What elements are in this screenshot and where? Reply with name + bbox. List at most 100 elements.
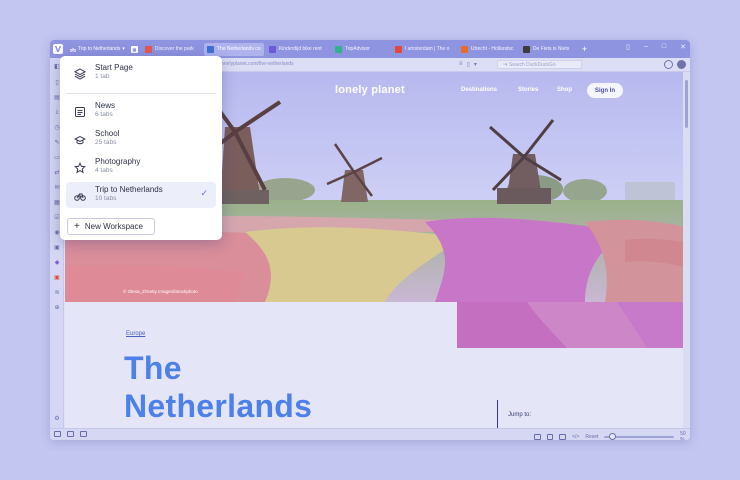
checkmark-icon: ✓	[200, 189, 208, 199]
workspace-popup: Start Page 1 tab News 6 tabs School 25 tabs Ph…	[60, 56, 222, 240]
search-engine-icon: ◔▾	[502, 62, 509, 68]
bicycle-icon	[70, 47, 76, 52]
tulip-field-photo-lower	[457, 302, 683, 348]
status-left	[54, 431, 87, 437]
zoom-reset-button[interactable]: Reset	[585, 434, 598, 440]
tab-favicon-icon	[144, 45, 152, 53]
tab-5[interactable]: I amsterdam | The o	[392, 43, 456, 56]
new-workspace-label: New Workspace	[84, 222, 143, 231]
workspace-item-school[interactable]: School 25 tabs	[66, 126, 216, 152]
workspace-divider	[66, 93, 216, 94]
tab-label: The Netherlands co	[216, 46, 261, 52]
bookmark-icon[interactable]: ▯	[467, 61, 470, 68]
tab-label: Kinderdijd bike rent	[278, 46, 322, 52]
chevron-down-icon: ▾	[122, 46, 125, 52]
maximize-button[interactable]: □	[662, 43, 666, 51]
breadcrumb-europe[interactable]: Europe	[126, 331, 145, 337]
tab-stack-icon: ▦	[130, 45, 138, 53]
contacts-icon[interactable]: ▣	[53, 243, 61, 251]
status-bar: </> Reset 50 %	[50, 428, 690, 440]
lonely-planet-logo[interactable]: lonely planet	[335, 84, 405, 96]
profile-avatar[interactable]	[677, 60, 686, 69]
tab-favicon-icon	[206, 45, 214, 53]
close-button[interactable]: ✕	[680, 43, 686, 51]
plus-icon: +	[74, 220, 80, 232]
tab-3[interactable]: Kinderdijd bike rent	[266, 43, 330, 56]
nav-destinations[interactable]: Destinations	[461, 87, 497, 93]
calendar-status-icon[interactable]	[80, 431, 87, 437]
tab-2[interactable]: The Netherlands co	[203, 42, 264, 56]
workspace-tab-count: 10 tabs	[95, 195, 117, 202]
scrollbar-thumb[interactable]	[685, 80, 688, 128]
search-input[interactable]: ◔▾ Search DuckDuckGo	[497, 60, 582, 69]
window-controls: ▯ – □ ✕	[626, 43, 686, 51]
workspace-item-news[interactable]: News 6 tabs	[66, 98, 216, 124]
page-actions-icon[interactable]	[534, 434, 541, 440]
tab-label: Discover the park	[154, 46, 194, 52]
tab-favicon-icon	[334, 45, 342, 53]
jump-divider	[497, 400, 498, 428]
tab-4[interactable]: TripAdvisor	[332, 43, 390, 56]
nav-shop[interactable]: Shop	[557, 87, 572, 93]
layers-icon	[73, 67, 87, 80]
workspace-item-trip-to-netherlands[interactable]: Trip to Netherlands 10 tabs ✓	[66, 182, 216, 208]
tab-1[interactable]: Discover the park	[142, 43, 202, 56]
image-toggle-icon[interactable]	[546, 434, 554, 440]
web-panel-icon[interactable]: ▣	[53, 273, 61, 281]
web-panel-icon-2[interactable]: ≋	[53, 288, 61, 296]
page-title-line-2: Netherlands	[124, 388, 313, 424]
page-title-line-1: The	[124, 350, 182, 386]
new-tab-button[interactable]: +	[582, 44, 587, 54]
workspace-title: Trip to Netherlands	[95, 185, 163, 194]
address-icons: ≡ ▯ ▾	[459, 61, 477, 68]
vivaldi-menu-icon[interactable]: V	[53, 44, 63, 54]
tab-6[interactable]: Utrecht - Hollandsc	[458, 43, 518, 56]
page-scrollbar[interactable]	[683, 72, 690, 428]
tab-favicon-icon	[268, 45, 276, 53]
jump-to-label: Jump to:	[508, 412, 532, 418]
tab-favicon-icon	[460, 45, 468, 53]
star-icon	[73, 161, 87, 174]
trash-icon[interactable]: ▯	[626, 43, 630, 51]
search-placeholder: Search DuckDuckGo	[508, 62, 556, 68]
url-field[interactable]: lonelyplanet.com/the-netherlands	[220, 61, 294, 67]
workspace-switcher-label: Trip to Netherlands	[78, 46, 121, 52]
tab-label: De Fiets is Niets	[532, 46, 570, 52]
workspace-tab-count: 25 tabs	[95, 139, 117, 146]
settings-gear-icon[interactable]: ⚙	[53, 414, 61, 422]
workspace-item-photography[interactable]: Photography 4 tabs	[66, 154, 216, 180]
workspace-title: News	[95, 101, 116, 110]
tab-label: I amsterdam | The o	[404, 46, 450, 52]
workspace-switcher[interactable]: Trip to Netherlands ▾	[66, 46, 129, 52]
add-panel-icon[interactable]: ⊕	[53, 303, 61, 311]
newspaper-icon	[74, 105, 86, 117]
minimize-button[interactable]: –	[644, 43, 648, 51]
tab-label: Utrecht - Hollandsc	[470, 46, 514, 52]
extensions-icon[interactable]	[664, 60, 673, 69]
panel-toggle-icon[interactable]	[54, 431, 61, 437]
bicycle-icon	[74, 189, 86, 201]
tab-7[interactable]: De Fiets is Niets	[520, 43, 578, 56]
workspace-title: Start Page	[95, 63, 133, 72]
graduation-cap-icon	[73, 133, 87, 145]
toolbar-right	[664, 60, 686, 69]
workspace-item-start-page[interactable]: Start Page 1 tab	[66, 60, 216, 86]
nav-stories[interactable]: Stories	[518, 87, 538, 93]
mail-status-icon[interactable]	[67, 431, 74, 437]
workspace-title: Photography	[95, 157, 141, 166]
workspace-tab-count: 4 tabs	[95, 167, 113, 174]
workspace-tab-count: 6 tabs	[95, 111, 113, 118]
tiling-icon[interactable]	[559, 434, 567, 440]
zoom-slider[interactable]	[604, 433, 675, 440]
mastodon-icon[interactable]: ◆	[53, 258, 61, 266]
zoom-slider-handle[interactable]	[608, 433, 616, 440]
workspace-title: School	[95, 129, 120, 138]
page-actions-code-icon[interactable]: </>	[572, 434, 579, 440]
reader-icon[interactable]: ≡	[459, 61, 463, 68]
new-workspace-button[interactable]: + New Workspace	[67, 218, 155, 235]
chevron-down-icon[interactable]: ▾	[474, 61, 477, 68]
tab-favicon-icon	[522, 45, 530, 53]
tab-favicon-icon	[394, 45, 402, 53]
tab-grid-icon[interactable]: ▦	[129, 43, 140, 56]
sign-in-button[interactable]: Sign In	[587, 83, 623, 98]
